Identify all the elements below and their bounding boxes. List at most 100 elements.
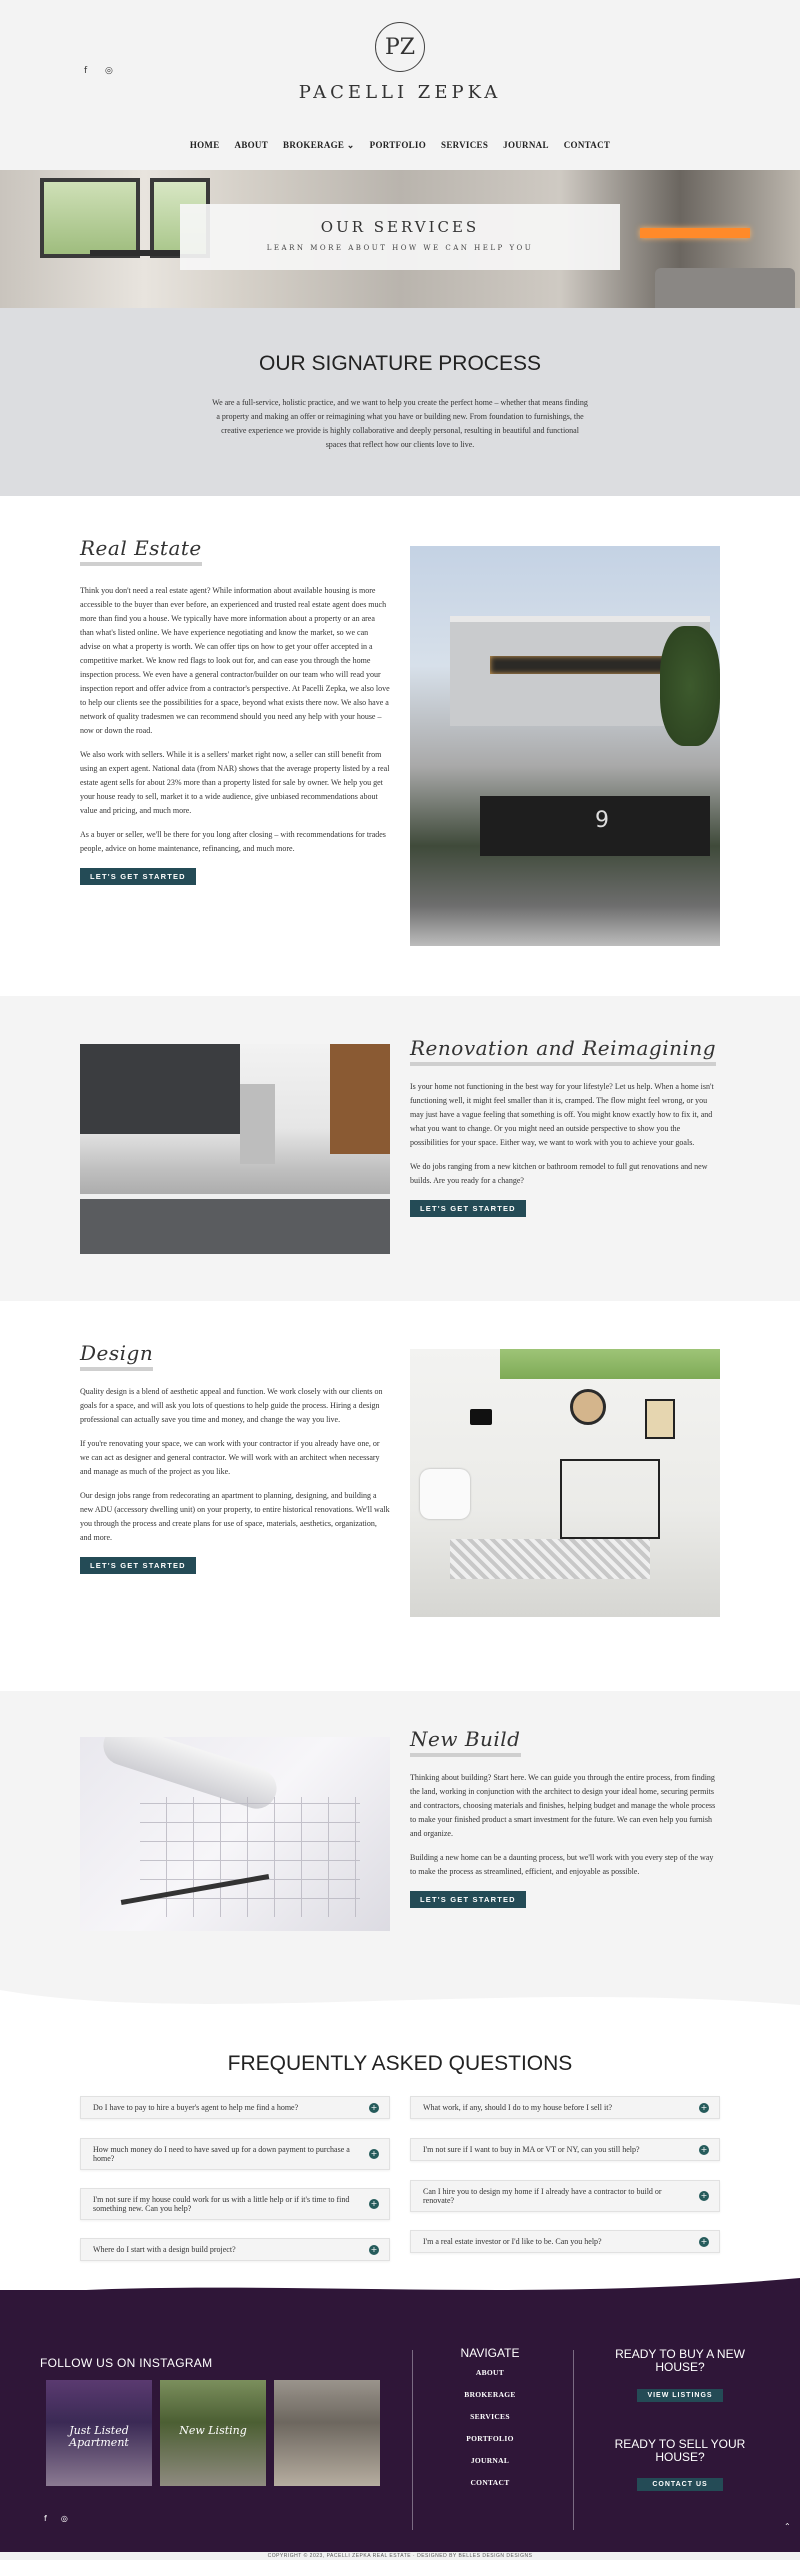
back-to-top-icon[interactable]: ⌃ bbox=[784, 2522, 791, 2531]
design-section: Design Quality design is a blend of aest… bbox=[0, 1301, 800, 1691]
footer-divider bbox=[573, 2350, 574, 2530]
signature-body: We are a full-service, holistic practice… bbox=[212, 398, 588, 449]
kitchen-cabinets bbox=[80, 1044, 240, 1134]
plus-icon: + bbox=[369, 2199, 379, 2209]
faq-item[interactable]: Where do I start with a design build pro… bbox=[80, 2238, 390, 2261]
plus-icon: + bbox=[699, 2191, 709, 2201]
instagram-icon[interactable]: ◎ bbox=[61, 2514, 68, 2523]
kitchen-image bbox=[80, 1044, 390, 1254]
design-title: Design bbox=[80, 1341, 154, 1371]
new-build-cta-button[interactable]: LET'S GET STARTED bbox=[410, 1891, 526, 1908]
design-p1: Quality design is a blend of aesthetic a… bbox=[80, 1387, 383, 1424]
main-nav: HOME ABOUT BROKERAGE ⌄ PORTFOLIO SERVICE… bbox=[0, 140, 800, 151]
footer-divider bbox=[412, 2350, 413, 2530]
modern-house-image: 9 bbox=[410, 546, 720, 946]
logo-text[interactable]: PACELLI ZEPKA bbox=[0, 82, 800, 103]
design-mirror bbox=[570, 1389, 606, 1425]
instagram-caption: Just Listed Apartment bbox=[69, 2424, 129, 2449]
header-social: f ◎ bbox=[84, 66, 114, 76]
new-build-p1: Thinking about building? Start here. We … bbox=[410, 1773, 716, 1838]
nav-brokerage[interactable]: BROKERAGE ⌄ bbox=[283, 140, 355, 151]
nav-portfolio[interactable]: PORTFOLIO bbox=[370, 140, 426, 151]
faq-item[interactable]: What work, if any, should I do to my hou… bbox=[410, 2096, 720, 2119]
design-shelf bbox=[560, 1459, 660, 1539]
design-p2: If you're renovating your space, we can … bbox=[80, 1439, 380, 1476]
faq-question: How much money do I need to have saved u… bbox=[93, 2145, 350, 2163]
house-tree bbox=[660, 626, 720, 746]
logo-monogram[interactable]: PZ bbox=[375, 22, 425, 72]
faq-question: Where do I start with a design build pro… bbox=[93, 2245, 236, 2254]
instagram-post[interactable]: Just Listed Apartment bbox=[46, 2380, 152, 2486]
renovation-title: Renovation and Reimagining bbox=[410, 1036, 717, 1066]
plus-icon: + bbox=[699, 2144, 709, 2155]
nav-home[interactable]: HOME bbox=[190, 140, 220, 151]
nav-contact[interactable]: CONTACT bbox=[564, 140, 610, 151]
design-window-view bbox=[500, 1349, 720, 1379]
footer-nav-services[interactable]: SERVICES bbox=[440, 2412, 540, 2421]
copyright-bar: COPYRIGHT © 2023, PACELLI ZEPKA REAL EST… bbox=[0, 2552, 800, 2560]
design-cta-button[interactable]: LET'S GET STARTED bbox=[80, 1557, 196, 1574]
instagram-post[interactable]: New Listing bbox=[160, 2380, 266, 2486]
footer-nav-brokerage[interactable]: BROKERAGE bbox=[440, 2390, 540, 2399]
house-number: 9 bbox=[595, 808, 609, 833]
design-lamp bbox=[470, 1409, 492, 1425]
kitchen-door bbox=[330, 1044, 390, 1154]
plus-icon: + bbox=[369, 2244, 379, 2255]
ready-to-sell-title: READY TO SELL YOUR HOUSE? bbox=[614, 2437, 746, 2464]
faq-question: I'm not sure if I want to buy in MA or V… bbox=[423, 2145, 640, 2154]
faq-item[interactable]: Can I hire you to design my home if I al… bbox=[410, 2180, 720, 2212]
signature-process-section: OUR SIGNATURE PROCESS We are a full-serv… bbox=[0, 308, 800, 496]
faq-item[interactable]: I'm a real estate investor or I'd like t… bbox=[410, 2230, 720, 2253]
footer-nav-contact[interactable]: CONTACT bbox=[440, 2478, 540, 2487]
real-estate-cta-button[interactable]: LET'S GET STARTED bbox=[80, 868, 196, 885]
hero-window bbox=[40, 178, 140, 258]
plus-icon: + bbox=[699, 2236, 709, 2247]
view-listings-button[interactable]: VIEW LISTINGS bbox=[637, 2389, 723, 2402]
instagram-icon[interactable]: ◎ bbox=[105, 66, 114, 76]
new-build-p2: Building a new home can be a daunting pr… bbox=[410, 1853, 714, 1876]
faq-item[interactable]: How much money do I need to have saved u… bbox=[80, 2138, 390, 2170]
faq-item[interactable]: Do I have to pay to hire a buyer's agent… bbox=[80, 2096, 390, 2119]
footer-social: f ◎ bbox=[44, 2514, 68, 2523]
footer-nav-about[interactable]: ABOUT bbox=[440, 2368, 540, 2377]
plus-icon: + bbox=[369, 2149, 379, 2159]
nav-services[interactable]: SERVICES bbox=[441, 140, 488, 151]
hero-subtitle: LEARN MORE ABOUT HOW WE CAN HELP YOU bbox=[266, 244, 534, 252]
contact-us-button[interactable]: CONTACT US bbox=[637, 2478, 723, 2491]
faq-question: Can I hire you to design my home if I al… bbox=[423, 2187, 662, 2205]
design-wall-art bbox=[645, 1399, 675, 1439]
footer-navigate-title: NAVIGATE bbox=[460, 2346, 520, 2360]
renovation-cta-button[interactable]: LET'S GET STARTED bbox=[410, 1200, 526, 1217]
renovation-p2: We do jobs ranging from a new kitchen or… bbox=[410, 1162, 708, 1185]
ready-to-buy-title: READY TO BUY A NEW HOUSE? bbox=[615, 2347, 745, 2374]
footer-nav-journal[interactable]: JOURNAL bbox=[440, 2456, 540, 2465]
kitchen-fridge bbox=[240, 1084, 275, 1164]
faq-question: Do I have to pay to hire a buyer's agent… bbox=[93, 2103, 299, 2112]
hero-banner: OUR SERVICES LEARN MORE ABOUT HOW WE CAN… bbox=[0, 170, 800, 308]
renovation-p1: Is your home not functioning in the best… bbox=[410, 1082, 714, 1147]
renovation-section: Renovation and Reimagining Is your home … bbox=[0, 996, 800, 1301]
hero-table bbox=[90, 250, 180, 256]
facebook-icon[interactable]: f bbox=[84, 66, 93, 76]
faq-item[interactable]: I'm not sure if I want to buy in MA or V… bbox=[410, 2138, 720, 2161]
footer-nav-portfolio[interactable]: PORTFOLIO bbox=[440, 2434, 540, 2443]
hero-title: OUR SERVICES bbox=[320, 218, 480, 236]
kitchen-island bbox=[80, 1194, 390, 1254]
facebook-icon[interactable]: f bbox=[44, 2514, 47, 2523]
faq-title: FREQUENTLY ASKED QUESTIONS bbox=[227, 2052, 573, 2075]
nav-journal[interactable]: JOURNAL bbox=[503, 140, 549, 151]
design-rug bbox=[450, 1539, 650, 1579]
real-estate-p3: As a buyer or seller, we'll be there for… bbox=[80, 830, 386, 853]
section-wave-divider bbox=[0, 1990, 800, 2030]
new-build-title: New Build bbox=[410, 1727, 521, 1757]
instagram-title: FOLLOW US ON INSTAGRAM bbox=[40, 2356, 213, 2370]
nav-about[interactable]: ABOUT bbox=[235, 140, 269, 151]
faq-question: I'm not sure if my house could work for … bbox=[93, 2195, 350, 2213]
faq-question: I'm a real estate investor or I'd like t… bbox=[423, 2237, 602, 2246]
design-p3: Our design jobs range from redecorating … bbox=[80, 1491, 390, 1542]
faq-item[interactable]: I'm not sure if my house could work for … bbox=[80, 2188, 390, 2220]
instagram-post[interactable] bbox=[274, 2380, 380, 2486]
hero-title-box: OUR SERVICES LEARN MORE ABOUT HOW WE CAN… bbox=[180, 204, 620, 270]
living-room-image bbox=[410, 1349, 720, 1617]
design-chair bbox=[420, 1469, 470, 1519]
